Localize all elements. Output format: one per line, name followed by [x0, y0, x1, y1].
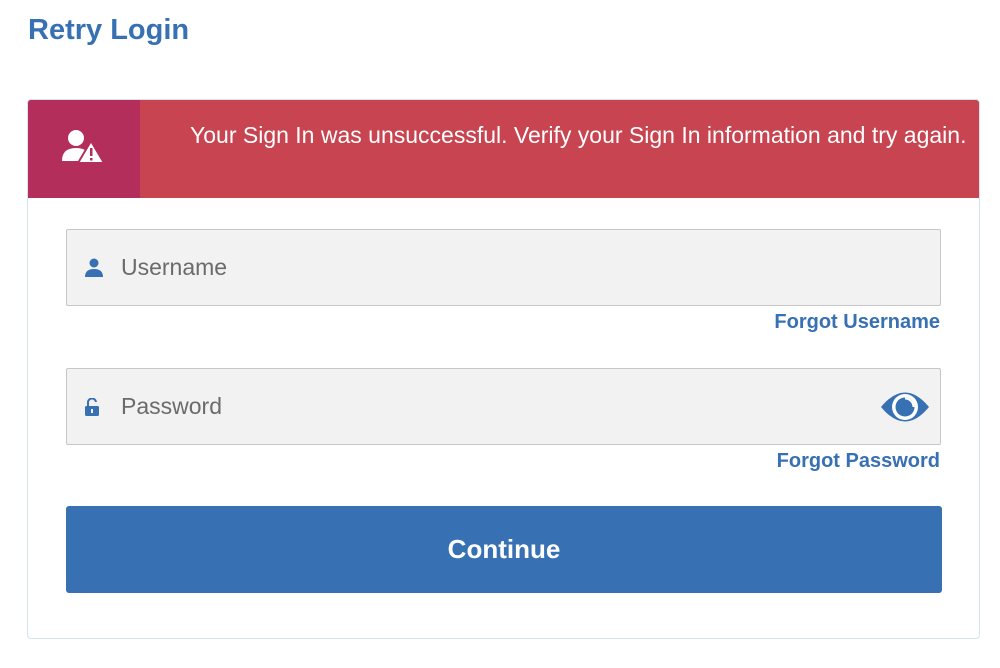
error-alert: Your Sign In was unsuccessful. Verify yo… [28, 100, 979, 198]
lock-open-icon [85, 397, 99, 416]
alert-icon-box [28, 100, 140, 198]
password-field[interactable] [66, 368, 941, 445]
login-card: Your Sign In was unsuccessful. Verify yo… [27, 99, 980, 639]
alert-message: Your Sign In was unsuccessful. Verify yo… [190, 122, 967, 148]
user-warning-icon [62, 129, 106, 170]
password-input[interactable] [121, 369, 870, 444]
eye-icon[interactable] [879, 384, 931, 430]
continue-button[interactable]: Continue [66, 506, 942, 593]
username-input[interactable] [121, 230, 870, 305]
forgot-password-link[interactable]: Forgot Password [777, 450, 940, 473]
username-field[interactable] [66, 229, 941, 306]
user-icon [85, 258, 103, 278]
forgot-username-link[interactable]: Forgot Username [774, 311, 940, 334]
page-title: Retry Login [28, 14, 190, 46]
